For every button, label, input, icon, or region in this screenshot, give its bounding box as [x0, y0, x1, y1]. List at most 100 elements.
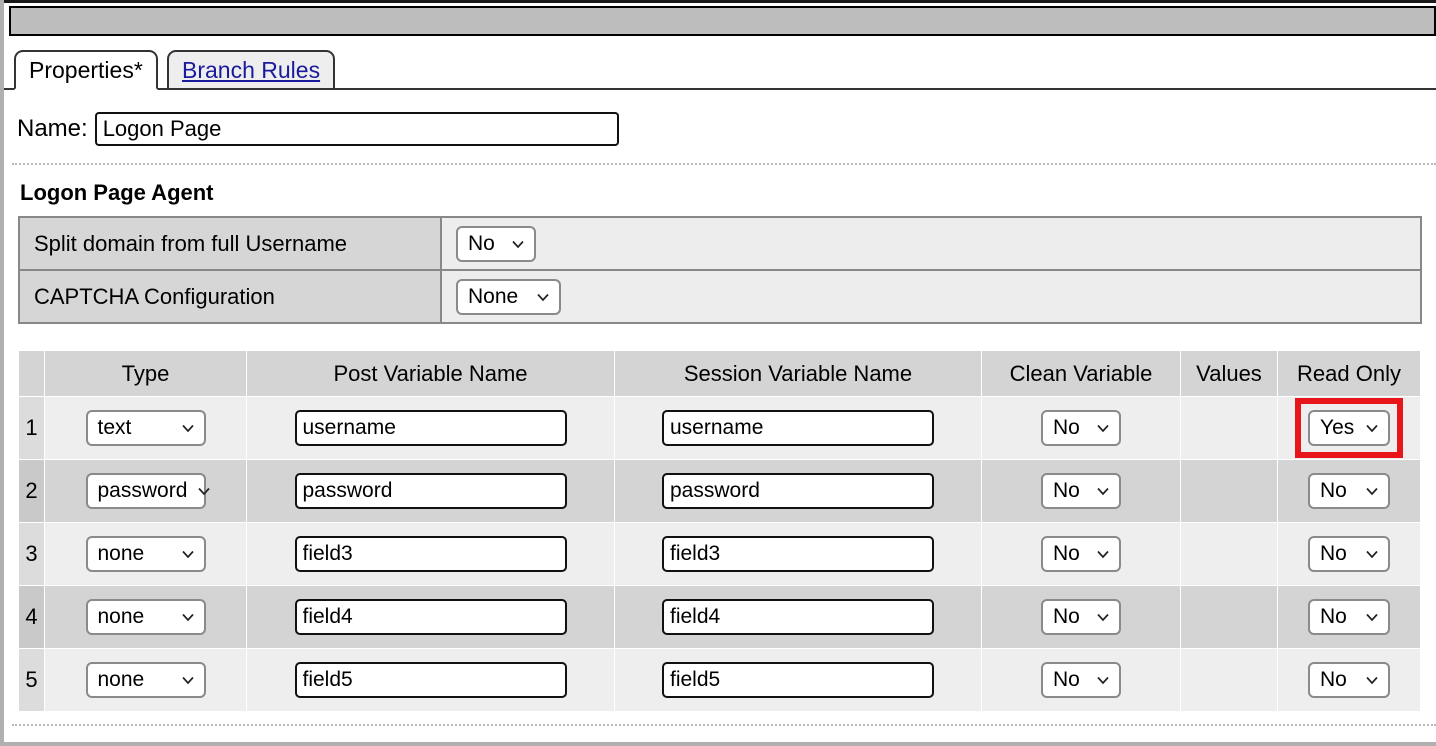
read-only-select-value: No — [1320, 668, 1347, 691]
cell-clean-variable: No — [981, 459, 1181, 523]
chevron-down-icon — [180, 609, 196, 625]
session-variable-input[interactable] — [662, 473, 934, 509]
cell-session-variable — [614, 522, 982, 586]
read-only-select[interactable]: No — [1308, 536, 1390, 572]
name-row: Name: — [17, 112, 619, 146]
chevron-down-icon — [180, 672, 196, 688]
row-number: 2 — [18, 459, 45, 523]
session-variable-input[interactable] — [662, 536, 934, 572]
table-row: 5 none No No — [18, 648, 1421, 712]
chevron-down-icon — [1095, 546, 1111, 562]
split-domain-select-value: No — [468, 231, 495, 255]
type-select[interactable]: password — [85, 473, 211, 509]
clean-variable-select[interactable]: No — [1041, 410, 1121, 446]
post-variable-input[interactable] — [294, 536, 567, 572]
tab-strip: Properties* Branch Rules — [4, 46, 1436, 90]
cell-read-only: No — [1277, 459, 1421, 523]
chevron-down-icon — [1364, 420, 1380, 436]
tab-properties[interactable]: Properties* — [14, 50, 158, 90]
cell-session-variable — [614, 459, 982, 523]
read-only-select-value: No — [1320, 479, 1347, 502]
tab-branch-rules[interactable]: Branch Rules — [167, 50, 336, 90]
read-only-select[interactable]: Yes — [1308, 410, 1390, 446]
agent-row-captcha: CAPTCHA Configuration None — [18, 269, 1422, 324]
cell-values — [1180, 585, 1278, 649]
grid-body: 1 text No Yes 2 password No No 3 none No No 4 none No N… — [18, 396, 1421, 712]
post-variable-input[interactable] — [294, 662, 567, 698]
post-variable-input[interactable] — [294, 473, 567, 509]
read-only-select[interactable]: No — [1308, 662, 1390, 698]
cell-post-variable — [246, 585, 615, 649]
chevron-down-icon — [1095, 609, 1111, 625]
cell-clean-variable: No — [981, 648, 1181, 712]
agent-value-captcha: None — [440, 269, 1422, 324]
post-variable-input[interactable] — [294, 410, 567, 446]
clean-variable-select[interactable]: No — [1041, 536, 1121, 572]
split-domain-select[interactable]: No — [456, 225, 536, 262]
tab-branch-rules-label: Branch Rules — [182, 57, 321, 83]
table-row: 4 none No No — [18, 585, 1421, 649]
grid-header-row: Type Post Variable Name Session Variable… — [18, 350, 1421, 397]
captcha-configuration-select[interactable]: None — [456, 278, 561, 315]
grid-header-num — [18, 350, 45, 397]
agent-label-captcha: CAPTCHA Configuration — [18, 269, 442, 324]
clean-variable-select-value: No — [1053, 542, 1080, 565]
row-number: 4 — [18, 585, 45, 649]
cell-clean-variable: No — [981, 522, 1181, 586]
chevron-down-icon — [1364, 546, 1380, 562]
cell-clean-variable: No — [981, 396, 1181, 460]
grid-header-post: Post Variable Name — [246, 350, 615, 397]
cell-read-only: Yes — [1277, 396, 1421, 460]
chevron-down-icon — [180, 546, 196, 562]
type-select[interactable]: none — [85, 536, 206, 572]
table-row: 2 password No No — [18, 459, 1421, 523]
cell-type: none — [44, 648, 247, 712]
name-label: Name: — [17, 115, 88, 142]
post-variable-input[interactable] — [294, 599, 567, 635]
chevron-down-icon — [196, 483, 212, 499]
cell-post-variable — [246, 396, 615, 460]
cell-type: password — [44, 459, 247, 523]
captcha-configuration-select-value: None — [468, 284, 519, 308]
clean-variable-select-value: No — [1053, 479, 1080, 502]
read-only-select[interactable]: No — [1308, 473, 1390, 509]
grid-header-clean: Clean Variable — [981, 350, 1181, 397]
type-select[interactable]: none — [85, 599, 206, 635]
read-only-select[interactable]: No — [1308, 599, 1390, 635]
read-only-wrapper: No — [1308, 599, 1390, 635]
name-input[interactable] — [94, 112, 619, 146]
read-only-wrapper: No — [1308, 662, 1390, 698]
agent-settings-table: Split domain from full Username No CAPTC… — [18, 216, 1422, 324]
cell-post-variable — [246, 648, 615, 712]
grid-header-readonly: Read Only — [1277, 350, 1421, 397]
chevron-down-icon — [535, 289, 551, 305]
session-variable-input[interactable] — [662, 410, 934, 446]
tab-properties-label: Properties* — [29, 57, 143, 83]
read-only-wrapper: No — [1308, 473, 1390, 509]
clean-variable-select[interactable]: No — [1041, 599, 1121, 635]
window-top-rule — [4, 0, 1436, 3]
type-select-value: text — [97, 416, 132, 439]
type-select-value: password — [97, 479, 188, 502]
cell-values — [1180, 459, 1278, 523]
cell-read-only: No — [1277, 648, 1421, 712]
chevron-down-icon — [1364, 483, 1380, 499]
clean-variable-select-value: No — [1053, 605, 1080, 628]
grid-header-values: Values — [1180, 350, 1278, 397]
clean-variable-select-value: No — [1053, 416, 1080, 439]
type-select-value: none — [97, 542, 145, 565]
cell-post-variable — [246, 459, 615, 523]
table-row: 3 none No No — [18, 522, 1421, 586]
type-select[interactable]: text — [85, 410, 206, 446]
cell-session-variable — [614, 585, 982, 649]
clean-variable-select[interactable]: No — [1041, 662, 1121, 698]
cell-read-only: No — [1277, 585, 1421, 649]
clean-variable-select[interactable]: No — [1041, 473, 1121, 509]
type-select-value: none — [97, 668, 145, 691]
read-only-select-value: No — [1320, 605, 1347, 628]
toolbar[interactable] — [9, 6, 1436, 36]
session-variable-input[interactable] — [662, 599, 934, 635]
session-variable-input[interactable] — [662, 662, 934, 698]
type-select[interactable]: none — [85, 662, 206, 698]
clean-variable-select-value: No — [1053, 668, 1080, 691]
